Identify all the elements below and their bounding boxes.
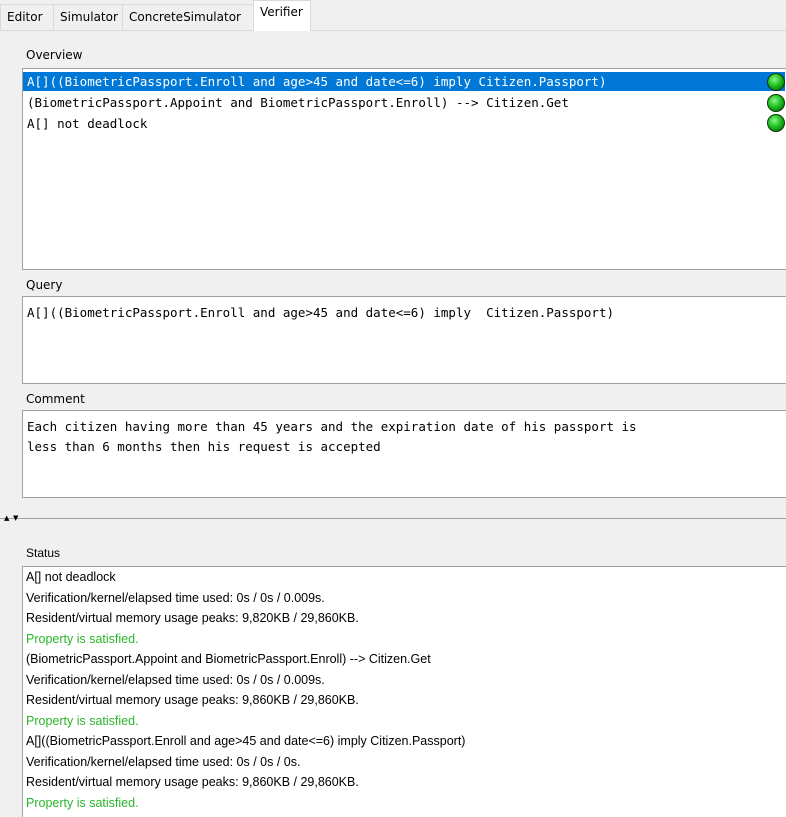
- status-line-satisfied: Property is satisfied.: [26, 795, 139, 810]
- status-line: A[] not deadlock: [26, 570, 116, 584]
- comment-input-text: Each citizen having more than 45 years a…: [27, 419, 637, 454]
- query-text: (BiometricPassport.Appoint and Biometric…: [27, 95, 569, 110]
- overview-query-row[interactable]: (BiometricPassport.Appoint and Biometric…: [23, 93, 785, 112]
- status-line: Verification/kernel/elapsed time used: 0…: [26, 754, 301, 769]
- tab-verifier[interactable]: Verifier: [253, 0, 311, 31]
- status-log[interactable]: A[] not deadlock Verification/kernel/ela…: [22, 566, 786, 817]
- status-light-green-icon[interactable]: [767, 73, 785, 91]
- comment-label: Comment: [26, 392, 85, 406]
- status-line-satisfied: Property is satisfied.: [26, 631, 139, 646]
- query-input[interactable]: A[]((BiometricPassport.Enroll and age>45…: [22, 296, 786, 384]
- status-line: (BiometricPassport.Appoint and Biometric…: [26, 652, 431, 666]
- split-pane-divider[interactable]: [0, 518, 786, 525]
- tab-concrete-simulator[interactable]: ConcreteSimulator: [122, 4, 254, 30]
- tab-simulator[interactable]: Simulator: [53, 4, 123, 30]
- query-text: A[] not deadlock: [27, 116, 148, 131]
- comment-input[interactable]: Each citizen having more than 45 years a…: [22, 410, 786, 498]
- overview-query-row[interactable]: A[] not deadlock: [23, 114, 785, 133]
- overview-list[interactable]: A[]((BiometricPassport.Enroll and age>45…: [22, 68, 786, 270]
- query-label: Query: [26, 278, 63, 292]
- tab-bar: Editor Simulator ConcreteSimulator Verif…: [0, 0, 786, 31]
- status-light-green-icon[interactable]: [767, 94, 785, 112]
- status-light-green-icon[interactable]: [767, 114, 785, 132]
- status-line: Verification/kernel/elapsed time used: 0…: [26, 590, 325, 605]
- query-text: A[]((BiometricPassport.Enroll and age>45…: [27, 74, 607, 89]
- collapse-up-arrow-icon[interactable]: ▲: [4, 515, 9, 522]
- tab-editor[interactable]: Editor: [0, 4, 54, 30]
- collapse-down-arrow-icon[interactable]: ▼: [13, 515, 18, 522]
- status-line: Resident/virtual memory usage peaks: 9,8…: [26, 611, 359, 625]
- status-label: Status: [26, 546, 61, 560]
- status-line: A[]((BiometricPassport.Enroll and age>45…: [26, 734, 466, 748]
- overview-query-row[interactable]: A[]((BiometricPassport.Enroll and age>45…: [23, 72, 785, 91]
- overview-label: Overview: [26, 48, 83, 62]
- query-input-text: A[]((BiometricPassport.Enroll and age>45…: [27, 305, 614, 320]
- status-line: Resident/virtual memory usage peaks: 9,8…: [26, 693, 359, 707]
- status-line-satisfied: Property is satisfied.: [26, 713, 139, 728]
- status-line: Resident/virtual memory usage peaks: 9,8…: [26, 775, 359, 789]
- status-line: Verification/kernel/elapsed time used: 0…: [26, 672, 325, 687]
